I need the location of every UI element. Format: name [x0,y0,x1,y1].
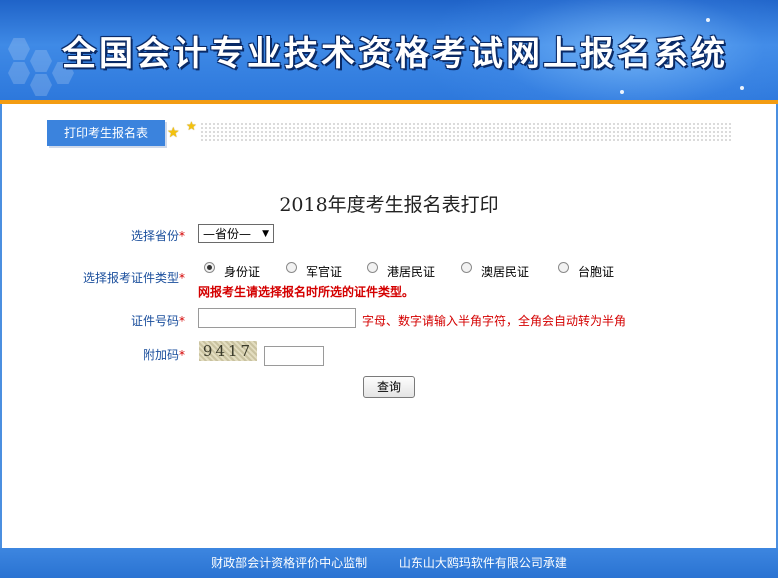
radio-officer-card[interactable] [286,262,297,273]
radio-label-id-card[interactable]: 身份证 [224,263,260,280]
system-title: 全国会计专业技术资格考试网上报名系统 [62,34,728,74]
page-title: 2018年度考生报名表打印 [279,194,499,216]
radio-label-hk-resident[interactable]: 港居民证 [387,263,435,280]
radio-label-macau-resident[interactable]: 澳居民证 [481,263,529,280]
query-button[interactable]: 查询 [363,376,415,398]
dotted-divider [200,122,731,142]
radio-id-card[interactable] [204,262,215,273]
dropdown-arrow-icon: ▼ [262,229,269,239]
footer: 财政部会计资格评价中心监制 山东山大鸥玛软件有限公司承建 [0,548,778,578]
sparkle-dot [706,18,710,22]
hex-decoration [30,74,52,96]
header-accent-bar [0,100,778,104]
id-type-label: 选择报考证件类型* [83,271,186,285]
frame-border-left [0,104,2,548]
radio-macau-resident[interactable] [461,262,472,273]
header-banner: 全国会计专业技术资格考试网上报名系统 [0,0,778,100]
star-icon: ★ [186,119,197,133]
footer-contractor: 山东山大鸥玛软件有限公司承建 [398,556,567,570]
captcha-input[interactable] [264,346,324,366]
radio-label-officer-card[interactable]: 军官证 [306,263,342,280]
id-number-hint: 字母、数字请输入半角字符，全角会自动转为半角 [362,314,627,328]
province-selected-value: —省份— [203,227,252,241]
footer-supervisor: 财政部会计资格评价中心监制 [211,556,368,570]
hex-decoration [8,38,30,60]
sparkle-dot [740,86,744,90]
hex-decoration [8,62,30,84]
province-label: 选择省份* [131,229,186,243]
tab-print-form[interactable]: 打印考生报名表 [47,120,165,146]
radio-taiwan-compatriot[interactable] [558,262,569,273]
star-icon: ★ [167,125,180,141]
id-number-label: 证件号码* [131,314,186,328]
captcha-label: 附加码* [143,348,186,362]
id-number-input[interactable] [198,308,356,328]
province-select[interactable]: —省份— ▼ [198,224,274,243]
id-type-hint: 网报考生请选择报名时所选的证件类型。 [198,285,415,299]
sparkle-dot [620,90,624,94]
radio-hk-resident[interactable] [367,262,378,273]
radio-label-taiwan-compatriot[interactable]: 台胞证 [578,263,614,280]
hex-decoration [30,50,52,72]
captcha-image[interactable]: 9417 [199,341,257,361]
